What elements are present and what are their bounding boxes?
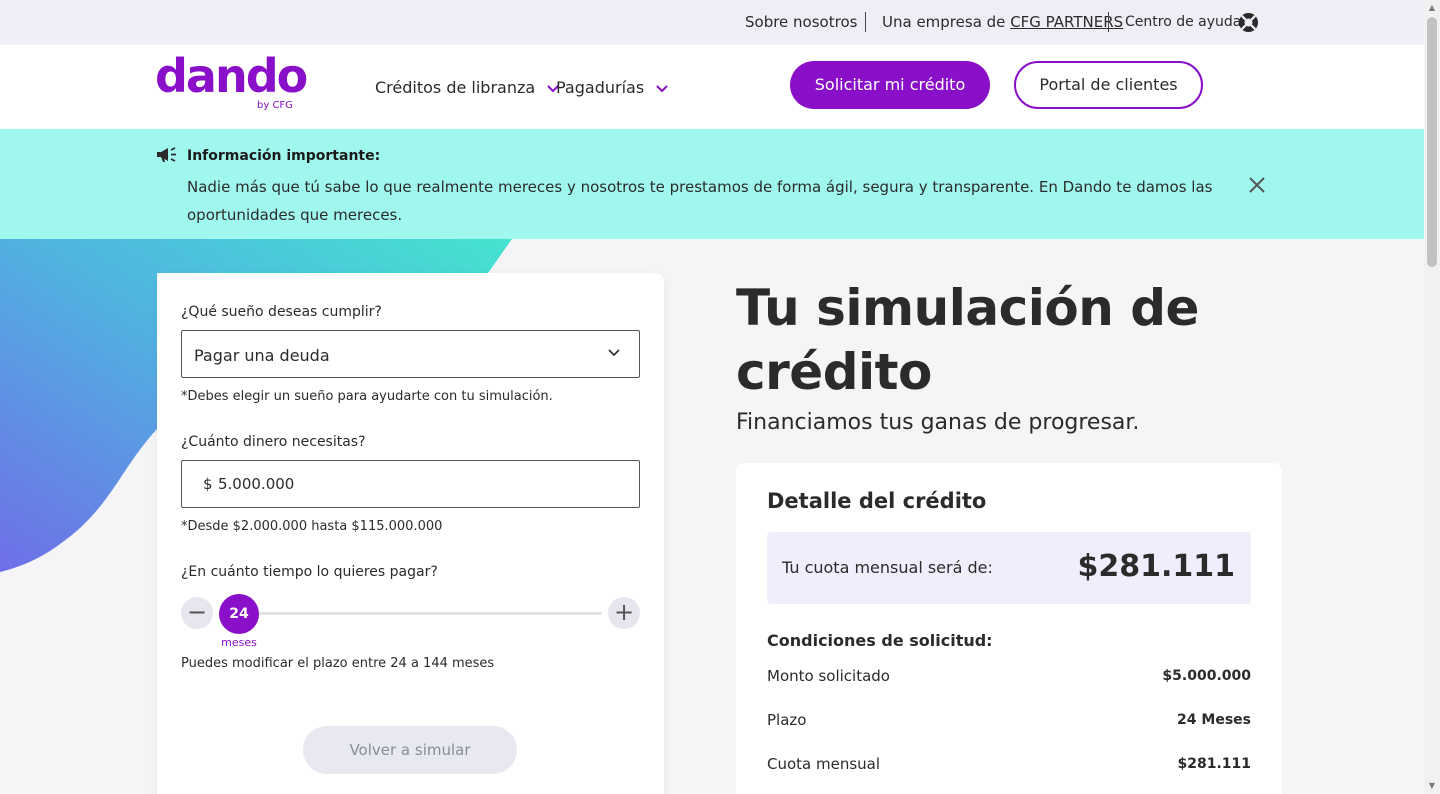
- condition-label: Plazo: [767, 711, 807, 729]
- notice-title: Información importante:: [187, 148, 381, 164]
- term-unit: meses: [221, 636, 257, 649]
- company-text: Una empresa de CFG PARTNERS: [882, 13, 1123, 31]
- term-slider-thumb[interactable]: 24: [219, 594, 259, 634]
- notice-body: Nadie más que tú sabe lo que realmente m…: [187, 178, 1213, 224]
- logo-word: dando: [155, 49, 308, 103]
- scrollbar-thumb[interactable]: [1427, 17, 1437, 267]
- conditions-title: Condiciones de solicitud:: [767, 631, 993, 650]
- dream-hint: *Debes elegir un sueño para ayudarte con…: [181, 389, 553, 404]
- logo-by: by CFG: [257, 100, 293, 111]
- amount-input[interactable]: $ 5.000.000: [181, 460, 640, 508]
- condition-value: $281.111: [1177, 756, 1251, 772]
- scroll-down-arrow-icon[interactable]: ▼: [1424, 778, 1440, 794]
- condition-label: Cuota mensual: [767, 755, 881, 773]
- about-link[interactable]: Sobre nosotros: [745, 13, 857, 31]
- nav-label: Pagadurías: [556, 78, 645, 97]
- dando-logo[interactable]: dando by CFG: [155, 49, 308, 115]
- nav-label: Créditos de libranza: [375, 78, 536, 97]
- close-icon[interactable]: [1248, 176, 1266, 194]
- chevron-down-icon: [608, 349, 620, 357]
- important-info-banner: Información importante: Nadie más que tú…: [0, 129, 1424, 239]
- dream-select-value: Pagar una deuda: [194, 346, 330, 365]
- page-subtitle: Financiamos tus ganas de progresar.: [736, 410, 1140, 435]
- term-slider-track[interactable]: [219, 612, 602, 615]
- page-scrollbar[interactable]: ▲ ▼: [1424, 0, 1440, 794]
- term-hint: Puedes modificar el plazo entre 24 a 144…: [181, 656, 495, 671]
- company-prefix: Una empresa de: [882, 13, 1006, 31]
- condition-value: $5.000.000: [1162, 668, 1251, 684]
- simulator-form-card: ¿Qué sueño deseas cumplir? Pagar una deu…: [157, 273, 664, 794]
- term-decrease-button[interactable]: −: [181, 597, 213, 629]
- condition-value: 24 Meses: [1177, 712, 1251, 728]
- detail-title: Detalle del crédito: [767, 489, 987, 513]
- cfg-partners-link[interactable]: CFG PARTNERS: [1010, 13, 1123, 31]
- request-credit-button[interactable]: Solicitar mi crédito: [790, 61, 990, 109]
- amount-value: 5.000.000: [218, 475, 295, 493]
- amount-hint: *Desde $2.000.000 hasta $115.000.000: [181, 519, 443, 534]
- nav-pagadurias[interactable]: Pagadurías: [556, 78, 668, 97]
- currency-symbol: $: [203, 475, 213, 493]
- quota-label: Tu cuota mensual será de:: [782, 558, 993, 577]
- nav-creditos-libranza[interactable]: Créditos de libranza: [375, 78, 559, 97]
- main-header: dando by CFG Créditos de libranza Pagadu…: [0, 45, 1424, 129]
- top-utility-bar: Sobre nosotros Una empresa de CFG PARTNE…: [0, 0, 1424, 45]
- megaphone-icon: [157, 147, 176, 162]
- term-label: ¿En cuánto tiempo lo quieres pagar?: [181, 564, 438, 580]
- amount-label: ¿Cuánto dinero necesitas?: [181, 434, 366, 450]
- chevron-down-icon: [656, 81, 668, 97]
- client-portal-button[interactable]: Portal de clientes: [1014, 61, 1203, 109]
- lifebuoy-icon[interactable]: [1238, 12, 1259, 33]
- help-center-link[interactable]: Centro de ayuda: [1125, 14, 1241, 30]
- dream-label: ¿Qué sueño deseas cumplir?: [181, 304, 382, 320]
- resimulate-button[interactable]: Volver a simular: [303, 726, 517, 774]
- credit-detail-card: Detalle del crédito Tu cuota mensual ser…: [736, 463, 1282, 794]
- divider: [1108, 12, 1109, 32]
- divider: [865, 12, 866, 32]
- term-increase-button[interactable]: +: [608, 597, 640, 629]
- condition-label: Monto solicitado: [767, 667, 890, 685]
- quota-amount: $281.111: [1077, 549, 1235, 584]
- monthly-quota-box: Tu cuota mensual será de: $281.111: [767, 532, 1251, 604]
- page-title: Tu simulación de crédito: [736, 279, 1199, 401]
- scroll-up-arrow-icon[interactable]: ▲: [1424, 0, 1440, 16]
- dream-select[interactable]: Pagar una deuda: [181, 330, 640, 378]
